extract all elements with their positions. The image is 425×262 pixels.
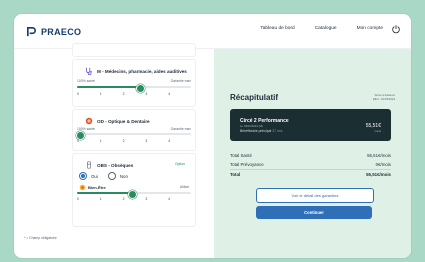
line-value: 0€/mois (375, 162, 391, 167)
line-total-sante: Total Santé 55,51€/mois (230, 153, 391, 158)
tick (77, 48, 100, 52)
obseques-radio-group: Oui Non (79, 172, 128, 180)
divider (230, 169, 391, 170)
tooth-icon (85, 117, 93, 125)
slider-left-label: 100% santé (77, 79, 95, 83)
slider-ticks: 0 1 2 3 4 (77, 139, 191, 143)
continue-button[interactable]: Continuer (256, 206, 372, 219)
option-card-medecins: M - Médecins, pharmacie, aides auditives… (72, 59, 196, 107)
tick-1[interactable]: 1 (100, 139, 123, 143)
card-title: OD - Optique & Dentaire (85, 117, 150, 125)
wellbeing-right-label: Utilisé (179, 185, 189, 189)
beneficiary-age: 37 ans (272, 129, 283, 133)
option-title-medecins: M - Médecins, pharmacie, aides auditives (97, 68, 187, 74)
tick-4[interactable]: 4 (168, 197, 191, 201)
line-label: Total Prévoyance (230, 162, 264, 167)
nav-mon-compte[interactable]: Mon compte (357, 26, 383, 31)
tick-3[interactable]: 3 (145, 92, 168, 96)
required-field-note: * = Champ obligatoire (24, 236, 57, 240)
slider-ticks: 0 1 2 3 4 (77, 197, 191, 201)
radio-oui-label: Oui (91, 173, 98, 179)
tick-4[interactable]: 4 (168, 139, 191, 143)
stethoscope-icon (86, 67, 92, 75)
main-nav: Tableau de bord Catalogue Mon compte (260, 26, 383, 31)
summary-panel: Récapitulatif Vente à distance Effet : 0… (214, 49, 411, 258)
line-label: Total Santé (230, 153, 252, 158)
line-value: 55,51€/mois (367, 153, 391, 158)
option-tag: Option (175, 162, 185, 166)
card-title: OBS - Obsèques (85, 161, 133, 169)
slider-fill (77, 86, 140, 88)
card-title: M - Médecins, pharmacie, aides auditives (85, 67, 187, 75)
logo[interactable]: PRAECO (26, 26, 81, 37)
slider-fill (77, 192, 132, 194)
beneficiary: Bénéficiaire principal 37 ans (240, 129, 282, 133)
line-total-prevoyance: Total Prévoyance 0€/mois (230, 162, 391, 167)
wellbeing-title: Bien-Être (79, 184, 106, 191)
tick-3[interactable]: 3 (145, 139, 168, 143)
app-window: PRAECO Tableau de bord Catalogue Mon com… (14, 14, 411, 258)
slider-labels: 100% santé Garantie max (77, 127, 191, 131)
slider-bien-etre[interactable] (77, 189, 191, 199)
plan-subtitle: Le 03/01/2024 (M) (240, 124, 263, 128)
tick-2[interactable]: 2 (123, 92, 146, 96)
brand-name: PRAECO (41, 26, 82, 37)
radio-non-label: Non (119, 173, 128, 179)
line-label: Total (230, 172, 241, 177)
option-card-scrolled (72, 43, 196, 57)
tick-4[interactable]: 4 (168, 92, 191, 96)
tick-0[interactable]: 0 (77, 139, 100, 143)
beneficiary-label: Bénéficiaire principal (240, 129, 272, 133)
option-card-obseques: OBS - Obsèques Option Oui Non Bien-Être … (72, 153, 196, 227)
plan-card: Circé 2 Performance Le 03/01/2024 (M) Bé… (230, 109, 391, 141)
tick-0[interactable]: 0 (77, 197, 100, 201)
effective-date: Effet : 01/03/2024 (372, 97, 395, 101)
line-value: 55,51€/mois (366, 172, 391, 177)
radio-oui[interactable] (79, 172, 87, 180)
wellbeing-label: Bien-Être (88, 185, 106, 190)
slider-ticks: 0 1 2 3 4 (77, 92, 191, 96)
tick-2[interactable]: 2 (123, 197, 146, 201)
tick-0[interactable]: 0 (77, 92, 100, 96)
slider-optique[interactable] (76, 130, 191, 140)
tick-3[interactable]: 3 (145, 197, 168, 201)
tick-1[interactable]: 1 (100, 197, 123, 201)
slider-right-label: Garantie max (170, 127, 191, 131)
option-card-optique: OD - Optique & Dentaire 100% santé Garan… (72, 109, 196, 151)
nav-catalogue[interactable]: Catalogue (315, 26, 337, 31)
slider-right-label: Garantie max (170, 79, 191, 83)
tick-1[interactable]: 1 (100, 92, 123, 96)
line-total: Total 55,51€/mois (230, 172, 391, 177)
nav-tableau-de-bord[interactable]: Tableau de bord (260, 26, 294, 31)
plan-period: /mois (374, 129, 381, 133)
summary-title: Récapitulatif (230, 93, 279, 102)
option-title-optique: OD - Optique & Dentaire (97, 118, 150, 124)
options-panel: M - Médecins, pharmacie, aides auditives… (14, 43, 214, 258)
slider-labels: 100% santé Garantie max (77, 79, 191, 83)
slider-medecins[interactable] (77, 83, 191, 93)
tick-2[interactable]: 2 (123, 139, 146, 143)
praeco-logo-icon (27, 27, 36, 37)
details-button[interactable]: Voir le détail des garanties (256, 188, 374, 203)
slider-ticks (77, 48, 191, 52)
wellbeing-flower-icon (79, 184, 86, 191)
summary-note: Vente à distance Effet : 01/03/2024 (373, 93, 395, 101)
option-title-obseques: OBS - Obsèques (97, 162, 134, 168)
radio-non[interactable] (107, 172, 116, 180)
logout-power-icon[interactable] (391, 24, 401, 34)
obseques-icon (87, 161, 91, 169)
